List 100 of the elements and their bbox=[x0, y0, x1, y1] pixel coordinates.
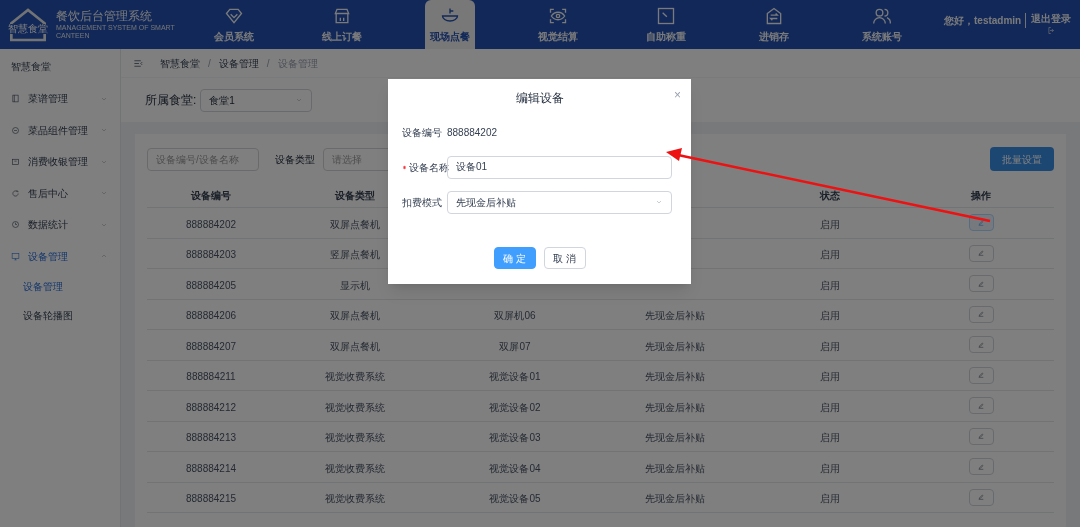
table-cell: 视觉设备04 bbox=[489, 462, 541, 474]
table-cell: 启用 bbox=[820, 371, 840, 383]
gauge-icon bbox=[656, 5, 676, 26]
book-icon bbox=[11, 94, 20, 104]
confirm-button[interactable]: 确 定 bbox=[493, 247, 536, 269]
nav-tab[interactable]: 线上订餐 bbox=[317, 0, 367, 49]
sidebar-item[interactable]: 设备管理 bbox=[0, 240, 120, 272]
table-cell: 888884203 bbox=[185, 249, 237, 261]
column-header: 设备编号 bbox=[191, 189, 231, 201]
canteen-select[interactable]: 食堂1 bbox=[200, 88, 313, 112]
filter-label: 设备类型 bbox=[275, 152, 315, 167]
pencil-icon bbox=[977, 462, 985, 471]
table-cell: 启用 bbox=[820, 249, 840, 261]
table-cell: 先现金后补贴 bbox=[645, 432, 705, 444]
pencil-icon bbox=[977, 218, 985, 227]
table-cell: 启用 bbox=[820, 279, 840, 291]
submenu-item[interactable]: 设备轮播图 bbox=[0, 301, 120, 330]
table-cell: 启用 bbox=[820, 462, 840, 474]
sidebar-item[interactable]: 菜谱管理 bbox=[0, 83, 120, 115]
table-cell: 888884214 bbox=[185, 462, 237, 474]
table-cell: 888884215 bbox=[185, 493, 237, 505]
refresh-icon bbox=[11, 188, 20, 198]
field-value: 888884202 bbox=[447, 125, 498, 140]
nav-tab[interactable]: 视觉结算 bbox=[533, 0, 583, 49]
pencil-icon bbox=[977, 401, 985, 410]
cancel-button[interactable]: 取 消 bbox=[543, 247, 586, 269]
table-cell: 双屏07 bbox=[499, 340, 531, 352]
table-cell: 显示机 bbox=[340, 279, 370, 291]
edit-button[interactable] bbox=[968, 397, 994, 415]
table-cell: 视觉设备05 bbox=[489, 493, 541, 505]
pencil-icon bbox=[977, 249, 985, 258]
edit-button[interactable] bbox=[968, 366, 994, 384]
table-cell: 先现金后补贴 bbox=[645, 493, 705, 505]
table-cell: 888884213 bbox=[185, 432, 237, 444]
pencil-icon bbox=[977, 371, 985, 380]
close-button[interactable]: × bbox=[674, 89, 681, 101]
table-cell: 888884207 bbox=[185, 340, 237, 352]
table-cell: 视觉设备01 bbox=[489, 371, 541, 383]
table-cell: 启用 bbox=[820, 340, 840, 352]
table-cell: 888884212 bbox=[185, 401, 237, 413]
table-cell: 888884211 bbox=[186, 371, 236, 383]
table-cell: 先现金后补贴 bbox=[645, 310, 705, 322]
breadcrumb-item[interactable]: 设备管理 bbox=[218, 55, 259, 71]
pencil-icon bbox=[977, 310, 985, 319]
table-cell: 双屏点餐机 bbox=[330, 340, 380, 352]
table-cell: 先现金后补贴 bbox=[645, 462, 705, 474]
name-field[interactable]: 设备01 bbox=[447, 155, 672, 179]
breadcrumb-separator: / bbox=[266, 56, 270, 71]
table-cell: 视觉设备03 bbox=[489, 432, 541, 444]
table-cell: 视觉设备02 bbox=[489, 401, 541, 413]
table-cell: 启用 bbox=[820, 401, 840, 413]
edit-button[interactable] bbox=[968, 458, 994, 476]
table-cell: 视觉收费系统 bbox=[325, 401, 385, 413]
pencil-icon bbox=[977, 279, 985, 288]
clock-icon bbox=[11, 220, 20, 230]
table-cell: 双屏机06 bbox=[494, 310, 536, 322]
pencil-icon bbox=[977, 340, 985, 349]
batch-settings-button[interactable]: 批量设置 bbox=[990, 147, 1054, 171]
table-cell: 启用 bbox=[820, 218, 840, 230]
mode-select[interactable]: 先现金后补贴 bbox=[447, 190, 672, 214]
sidebar-item[interactable]: 消费收银管理 bbox=[0, 146, 120, 178]
edit-button[interactable] bbox=[968, 336, 994, 354]
logout-link[interactable]: 退出登录 bbox=[1030, 12, 1073, 37]
table-cell: 启用 bbox=[820, 493, 840, 505]
table-cell: 888884205 bbox=[185, 279, 237, 291]
edit-button[interactable] bbox=[968, 427, 994, 445]
table-cell: 视觉收费系统 bbox=[325, 462, 385, 474]
table-cell: 双屏点餐机 bbox=[330, 218, 380, 230]
chevron-down-icon bbox=[655, 198, 663, 206]
breadcrumb-item[interactable]: 智慧食堂 bbox=[160, 55, 200, 71]
table-cell: 先现金后补贴 bbox=[645, 401, 705, 413]
submenu-item[interactable]: 设备管理 bbox=[0, 272, 120, 301]
nav-tab[interactable]: 进销存 bbox=[749, 0, 799, 49]
table-cell: 启用 bbox=[820, 432, 840, 444]
field-label: 设备编号 bbox=[402, 125, 442, 140]
sidebar-item[interactable]: 售后中心 bbox=[0, 177, 120, 209]
nav-tab[interactable]: 会员系统 bbox=[209, 0, 259, 49]
sidebar-title: 智慧食堂 bbox=[10, 59, 52, 74]
nav-tab[interactable]: 自助称重 bbox=[641, 0, 691, 49]
exchange-icon bbox=[764, 5, 784, 26]
box-icon bbox=[11, 157, 20, 167]
sidebar-item[interactable]: 数据统计 bbox=[0, 209, 120, 241]
table-cell: 竖屏点餐机 bbox=[330, 249, 380, 261]
monitor-icon bbox=[11, 251, 20, 261]
disc-icon bbox=[11, 125, 20, 135]
edit-button[interactable] bbox=[968, 275, 994, 293]
table-cell: 888884206 bbox=[185, 310, 237, 322]
edit-button[interactable] bbox=[968, 488, 994, 506]
sidebar-item[interactable]: 菜品组件管理 bbox=[0, 114, 120, 146]
nav-tab[interactable]: 现场点餐 bbox=[425, 0, 475, 49]
edit-button[interactable] bbox=[968, 244, 994, 262]
pencil-icon bbox=[977, 432, 985, 441]
table-cell: 先现金后补贴 bbox=[645, 371, 705, 383]
logout-icon bbox=[1046, 26, 1056, 36]
table-cell: 视觉收费系统 bbox=[325, 493, 385, 505]
edit-button[interactable] bbox=[968, 305, 994, 323]
column-header: 状态 bbox=[820, 189, 840, 201]
field-label: 扣费模式 bbox=[402, 195, 442, 210]
table-cell: 双屏点餐机 bbox=[330, 310, 380, 322]
nav-tab[interactable]: 系统账号 bbox=[857, 0, 907, 49]
